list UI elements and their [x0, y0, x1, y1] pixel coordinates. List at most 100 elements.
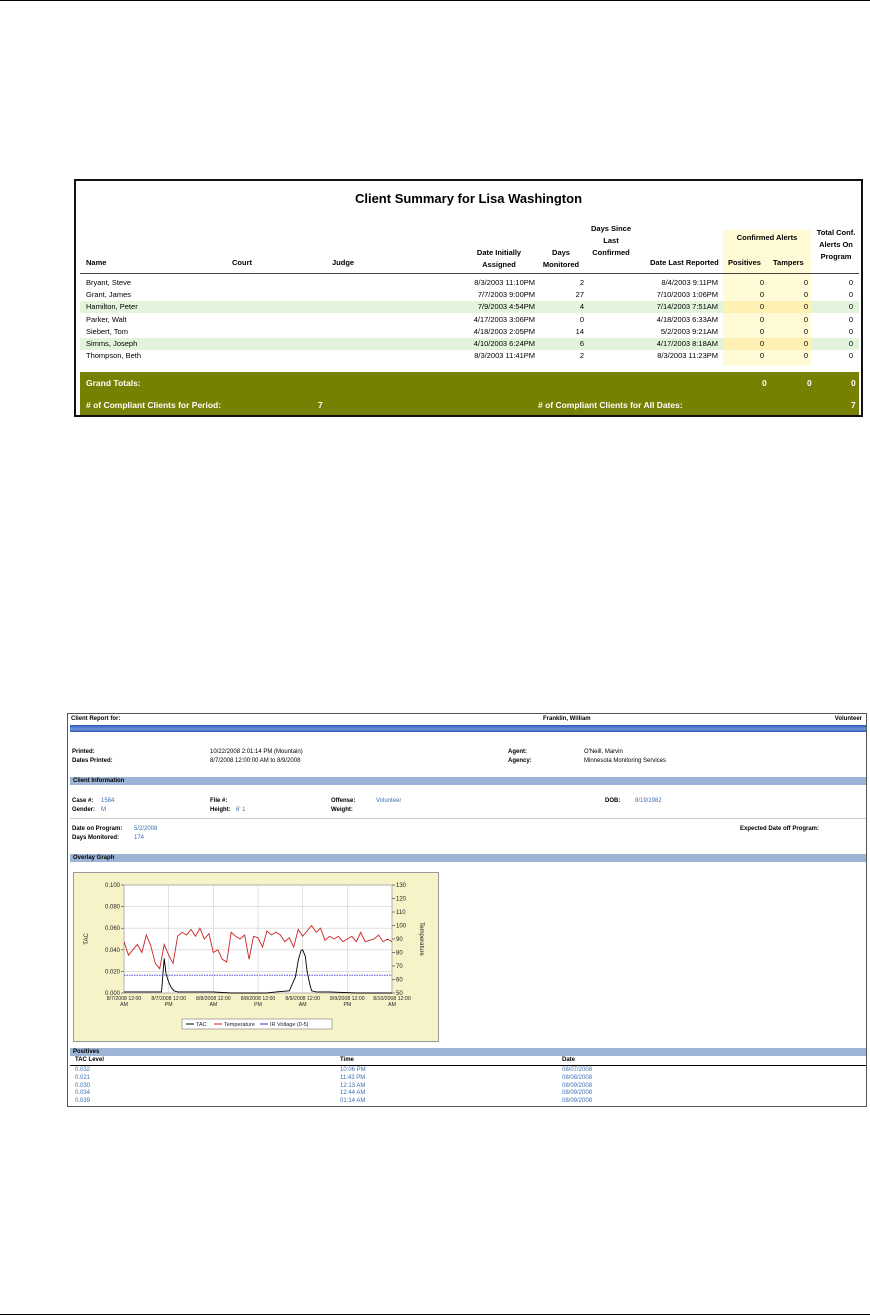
- positives-section-bar: Positives: [70, 1048, 866, 1056]
- header-date-assigned: Date Initially Assigned: [464, 247, 534, 271]
- date-assigned: 4/10/2003 6:24PM: [473, 339, 535, 348]
- dob-value: 8/19/1982: [635, 798, 662, 804]
- positives-date: 08/09/2008: [562, 1090, 593, 1097]
- client-summary-panel: Client Summary for Lisa Washington Name …: [74, 179, 863, 417]
- header-total-conf-line1: Total Conf.: [816, 228, 856, 237]
- x-tick-label-line: AM: [388, 1002, 396, 1008]
- header-date-last: Date Last Reported: [650, 258, 719, 267]
- positives-tac: 0.030: [75, 1082, 91, 1089]
- tampers-value: 0: [803, 351, 808, 361]
- header-days-monitored-line2: Monitored: [542, 260, 580, 269]
- y2-tick-label: 110: [396, 910, 406, 916]
- positives-row: 0.032 10:06 PM 08/07/2008: [68, 1067, 858, 1075]
- summary-title: Client Summary for Lisa Washington: [354, 191, 583, 206]
- x-tick-label: 8/8/2008 12:00 PM: [241, 996, 276, 1008]
- date-assigned: 8/3/2003 11:10PM: [474, 278, 535, 287]
- positives-header-divider: [70, 1065, 866, 1066]
- printed-label: Printed:: [72, 749, 95, 755]
- header-total-conf: Total Conf. Alerts On Program: [811, 227, 861, 263]
- positives-value: 0: [759, 339, 764, 348]
- agent-value: O'Neill, Marvin: [584, 749, 623, 755]
- date-on-program-value: 5/2/2008: [134, 826, 158, 832]
- x-tick-label: 8/9/2008 12:00 PM: [330, 996, 365, 1008]
- x-tick-label-line: AM: [209, 1002, 217, 1008]
- positives-value: 0: [759, 351, 764, 361]
- days-monitored: 6: [579, 339, 584, 348]
- header-days-since-line3: Confirmed: [592, 248, 630, 257]
- days-monitored: 4: [579, 302, 584, 312]
- positives-value: 0: [759, 314, 764, 324]
- gender-value: M: [101, 807, 106, 813]
- y2-tick-label: 130: [396, 883, 407, 889]
- positives-row: 0.034 12:44 AM 08/09/2008: [68, 1090, 858, 1098]
- days-monitored: 2: [579, 278, 584, 287]
- positives-date: 08/08/2008: [562, 1074, 593, 1081]
- client-name: Thompson, Beth: [86, 351, 142, 361]
- total-conf-value: 0: [848, 290, 853, 300]
- report-client-name: Franklin, William: [543, 716, 591, 722]
- positives-row: 0.039 01:14 AM 08/09/2008: [68, 1098, 858, 1106]
- positives-value: 0: [759, 302, 764, 312]
- date-last-reported: 4/18/2003 6:33AM: [656, 314, 718, 324]
- y-tick-label: 0.000: [105, 991, 121, 997]
- date-assigned: 7/9/2003 4:54PM: [477, 302, 535, 312]
- summary-table-row: Siebert, Tom 4/18/2003 2:05PM 14 5/2/2003 9…: [80, 325, 859, 338]
- legend-label: IR Voltage (0-5): [270, 1022, 309, 1028]
- compliant-period-label: # of Compliant Clients for Period:: [86, 400, 222, 410]
- positives-row: 0.021 11:43 PM 08/08/2008: [68, 1075, 858, 1083]
- positives-header-date: Date: [562, 1057, 576, 1063]
- height-label: Height:: [210, 807, 231, 813]
- date-assigned: 7/7/2003 9:00PM: [477, 290, 535, 300]
- days-monitored: 14: [575, 326, 584, 336]
- positives-date: 08/09/2008: [562, 1082, 593, 1089]
- case-label: Case #:: [72, 798, 94, 804]
- positives-tac: 0.034: [75, 1090, 91, 1097]
- client-name: Siebert, Tom: [86, 326, 128, 336]
- legend-label: Temperature: [224, 1022, 255, 1028]
- agency-value: Minnesota Monitoring Services: [584, 758, 667, 764]
- y-tick-label: 0.080: [105, 905, 121, 911]
- tampers-value: 0: [803, 314, 808, 324]
- legend-label: TAC: [196, 1022, 207, 1028]
- days-monitored-value: 174: [134, 835, 145, 841]
- y-tick-label: 0.020: [105, 969, 121, 975]
- y2-axis-title: Temperature: [418, 922, 424, 956]
- positives-header-tac: TAC Level: [75, 1057, 104, 1063]
- date-last-reported: 7/14/2003 7:51AM: [656, 302, 718, 312]
- positives-tac: 0.021: [75, 1074, 91, 1081]
- compliant-all-label: # of Compliant Clients for All Dates:: [538, 400, 683, 410]
- tampers-value: 0: [803, 290, 808, 300]
- summary-table-row: Grant, James 7/7/2003 9:00PM 27 7/10/2003 1…: [80, 289, 859, 302]
- alerts-cell-bg: [723, 350, 811, 363]
- report-client-type: Volunteer: [834, 716, 862, 722]
- y2-tick-label: 60: [396, 978, 403, 984]
- tampers-value: 0: [803, 302, 808, 312]
- y2-tick-label: 80: [396, 951, 403, 957]
- y-tick-label: 0.100: [105, 883, 121, 889]
- expected-off-label: Expected Date off Program:: [740, 826, 820, 832]
- positives-time: 01:14 AM: [340, 1098, 366, 1105]
- positives-row: 0.030 12:13 AM 08/09/2008: [68, 1083, 858, 1091]
- client-name: Hamilton, Peter: [86, 302, 138, 312]
- date-last-reported: 5/2/2003 9:21AM: [660, 326, 718, 336]
- overlay-graph-section-bar: Overlay Graph: [70, 854, 866, 862]
- days-monitored-label: Days Monitored:: [72, 835, 120, 841]
- x-tick-label-line: PM: [343, 1002, 351, 1008]
- x-tick-label-line: AM: [299, 1002, 307, 1008]
- date-assigned: 4/17/2003 3:06PM: [473, 314, 535, 324]
- date-last-reported: 7/10/2003 1:06PM: [656, 290, 718, 300]
- overlay-graph: 8/7/2008 12:00 AM 8/7/2008 12:00 PM 8/8/2008…: [73, 872, 439, 1042]
- total-conf-value: 0: [848, 278, 853, 287]
- y-axis-title: TAC: [84, 933, 90, 945]
- height-value: 6' 1: [236, 807, 246, 813]
- y2-tick-label: 100: [396, 924, 407, 930]
- positives-time: 10:06 PM: [340, 1067, 366, 1073]
- header-name: Name: [86, 258, 107, 267]
- total-conf-value: 0: [848, 314, 853, 324]
- y-tick-label: 0.040: [105, 948, 121, 954]
- date-on-program-label: Date on Program:: [72, 826, 123, 832]
- header-date-assigned-line2: Assigned: [482, 260, 516, 269]
- header-date-assigned-line1: Date Initially: [476, 248, 522, 257]
- date-last-reported: 8/3/2003 11:23PM: [657, 351, 718, 361]
- weight-label: Weight:: [331, 807, 353, 813]
